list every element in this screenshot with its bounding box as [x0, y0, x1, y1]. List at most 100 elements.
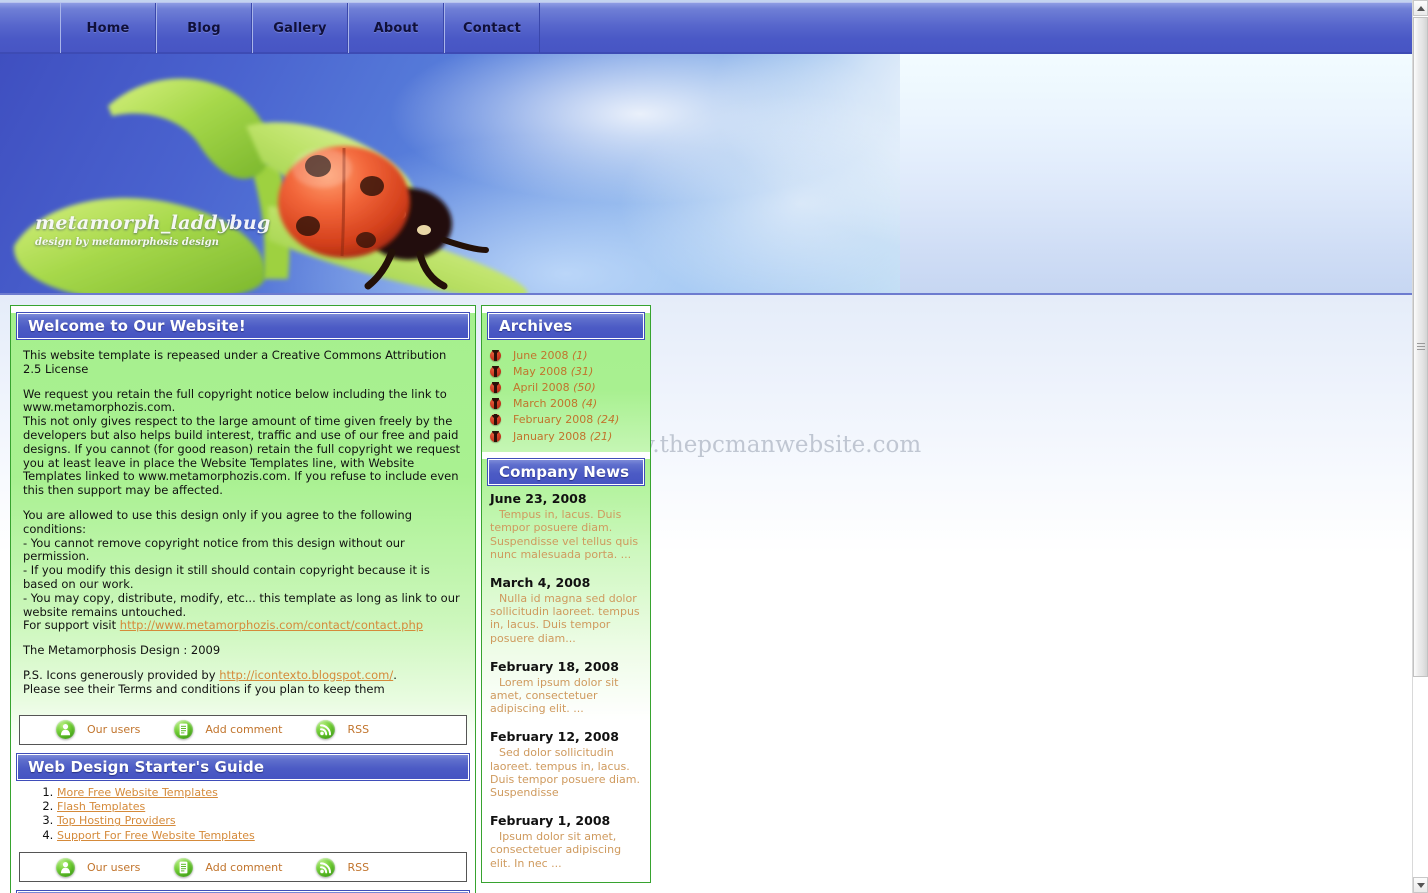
our-users-label: Our users: [87, 860, 141, 874]
archives-panel-header: Archives: [487, 312, 645, 340]
guide-link-1[interactable]: More Free Website Templates: [57, 786, 218, 799]
user-icon: [56, 857, 75, 877]
ladybug-bullet-icon: [490, 398, 501, 410]
add-comment-link[interactable]: Add comment: [174, 857, 283, 877]
guide-link-3[interactable]: Top Hosting Providers: [57, 814, 176, 827]
guide-panel: Web Design Starter's Guide More Free Web…: [11, 752, 475, 883]
news-date: March 4, 2008: [490, 574, 591, 590]
guide-panel-header: Web Design Starter's Guide: [16, 752, 470, 781]
news-item[interactable]: June 23, 2008 Tempus in, lacus. Duis tem…: [490, 491, 642, 561]
news-item[interactable]: March 4, 2008 Nulla id magna sed dolor s…: [490, 575, 642, 645]
archives-list: June 2008 (1) May 2008 (31) April 2008 (…: [482, 339, 650, 452]
nav-label-blog: Blog: [187, 20, 221, 36]
archive-count: (50): [573, 380, 596, 394]
archive-month: March 2008: [513, 397, 579, 411]
archive-month: April 2008: [513, 380, 570, 394]
icons-prefix: P.S. Icons generously provided by: [23, 667, 220, 682]
rss-icon: [316, 720, 336, 740]
archive-item-march-2008[interactable]: March 2008 (4): [490, 396, 650, 412]
guide-icon-bar: Our users Add comment RSS: [19, 852, 467, 883]
nav-list: Home Blog Gallery About Contact: [60, 3, 540, 55]
sidebar-column: Archives June 2008 (1) May 2008 (31) Apr…: [481, 305, 651, 883]
our-users-link[interactable]: Our users: [56, 720, 140, 740]
news-excerpt: Nulla id magna sed dolor sollicitudin la…: [490, 591, 640, 645]
guide-link-4[interactable]: Support For Free Website Templates: [57, 829, 255, 842]
nav-item-about[interactable]: About: [348, 3, 444, 53]
archive-month: June 2008: [513, 348, 569, 362]
archive-item-may-2008[interactable]: May 2008 (31): [490, 363, 650, 379]
nav-label-contact: Contact: [462, 20, 522, 36]
archive-month: May 2008: [513, 364, 568, 378]
document-icon: [174, 720, 194, 740]
guide-title: Web Design Starter's Guide: [28, 757, 265, 776]
scroll-up-button[interactable]: [1413, 0, 1428, 16]
site-logo-title: metamorph_laddybug: [35, 212, 271, 234]
ladybug-bullet-icon: [490, 414, 501, 426]
rss-label: RSS: [347, 860, 370, 874]
welcome-panel: Welcome to Our Website! This website tem…: [11, 312, 475, 745]
welcome-paragraph-5: Please see their Terms and conditions if…: [23, 681, 385, 696]
ladybug-bullet-icon: [490, 430, 501, 442]
archive-item-june-2008[interactable]: June 2008 (1): [490, 347, 650, 363]
rss-link[interactable]: RSS: [316, 857, 370, 877]
arrow-up-icon: [1416, 5, 1425, 11]
news-list: June 23, 2008 Tempus in, lacus. Duis tem…: [482, 485, 650, 882]
support-link[interactable]: http://www.metamorphozis.com/contact/con…: [120, 618, 423, 632]
archive-item-january-2008[interactable]: January 2008 (21): [490, 428, 650, 444]
nav-label-about: About: [373, 20, 419, 36]
guide-link-2[interactable]: Flash Templates: [57, 800, 145, 813]
add-comment-link[interactable]: Add comment: [174, 720, 282, 740]
archive-count: (21): [589, 429, 613, 443]
news-item[interactable]: February 12, 2008 Sed dolor sollicitudin…: [490, 729, 642, 799]
news-excerpt: Tempus in, lacus. Duis tempor posuere di…: [490, 508, 639, 561]
news-excerpt: Lorem ipsum dolor sit amet, consectetuer…: [490, 675, 619, 716]
archive-label: February 2008 (24): [513, 413, 619, 426]
nav-item-blog[interactable]: Blog: [156, 3, 252, 53]
nav-item-contact[interactable]: Contact: [444, 3, 540, 53]
archives-panel: Archives June 2008 (1) May 2008 (31) Apr…: [482, 312, 650, 453]
archive-item-february-2008[interactable]: February 2008 (24): [490, 412, 650, 428]
archive-item-april-2008[interactable]: April 2008 (50): [490, 379, 650, 395]
our-users-link[interactable]: Our users: [56, 857, 141, 877]
archive-label: March 2008 (4): [513, 397, 597, 410]
welcome-icons-line: P.S. Icons generously provided by http:/…: [23, 667, 463, 683]
news-excerpt: Sed dolor sollicitudin laoreet. tempus i…: [490, 746, 640, 799]
nav-item-gallery[interactable]: Gallery: [252, 3, 348, 53]
main-content-column: Welcome to Our Website! This website tem…: [10, 305, 476, 893]
guide-list-item[interactable]: Top Hosting Providers: [57, 814, 475, 827]
nav-item-home[interactable]: Home: [60, 3, 156, 53]
scroll-down-button[interactable]: [1413, 877, 1428, 893]
banner-right-fill: [900, 54, 1412, 293]
news-date: February 12, 2008: [490, 729, 619, 745]
guide-list-item[interactable]: More Free Website Templates: [57, 786, 475, 799]
welcome-panel-header: Welcome to Our Website!: [16, 312, 470, 340]
archive-count: (31): [570, 364, 594, 378]
news-item[interactable]: February 1, 2008 Ipsum dolor sit amet, c…: [490, 813, 642, 870]
guide-list-item[interactable]: Support For Free Website Templates: [57, 829, 475, 842]
news-panel-header: Company News: [487, 458, 645, 487]
site-logo-subtitle: design by metamorphosis design: [35, 237, 219, 248]
scrollbar-thumb[interactable]: [1413, 17, 1428, 677]
news-date: February 1, 2008: [490, 813, 611, 829]
news-excerpt: Ipsum dolor sit amet, consectetuer adipi…: [490, 830, 622, 870]
rss-label: RSS: [347, 723, 370, 737]
add-comment-label: Add comment: [205, 860, 283, 874]
guide-list-item[interactable]: Flash Templates: [57, 800, 475, 813]
rss-link[interactable]: RSS: [316, 720, 370, 740]
rss-icon: [316, 857, 336, 877]
welcome-icon-bar: Our users Add comment RSS: [19, 714, 467, 745]
document-icon: [174, 857, 194, 877]
archives-title: Archives: [499, 317, 573, 335]
icons-suffix: .: [393, 667, 397, 682]
archive-count: (4): [581, 397, 598, 411]
vertical-scrollbar[interactable]: [1412, 0, 1428, 893]
news-panel: Company News June 23, 2008 Tempus in, la…: [482, 458, 650, 882]
welcome-paragraph-3: You are allowed to use this design only …: [23, 507, 460, 619]
icons-credit-link[interactable]: http://icontexto.blogspot.com/: [219, 668, 393, 682]
welcome-paragraph-4: The Metamorphosis Design : 2009: [23, 643, 221, 658]
news-item[interactable]: February 18, 2008 Lorem ipsum dolor sit …: [490, 659, 642, 716]
welcome-title: Welcome to Our Website!: [28, 317, 246, 335]
archive-count: (1): [571, 348, 588, 362]
ladybug-bullet-icon: [490, 349, 501, 361]
news-title: Company News: [499, 463, 630, 482]
